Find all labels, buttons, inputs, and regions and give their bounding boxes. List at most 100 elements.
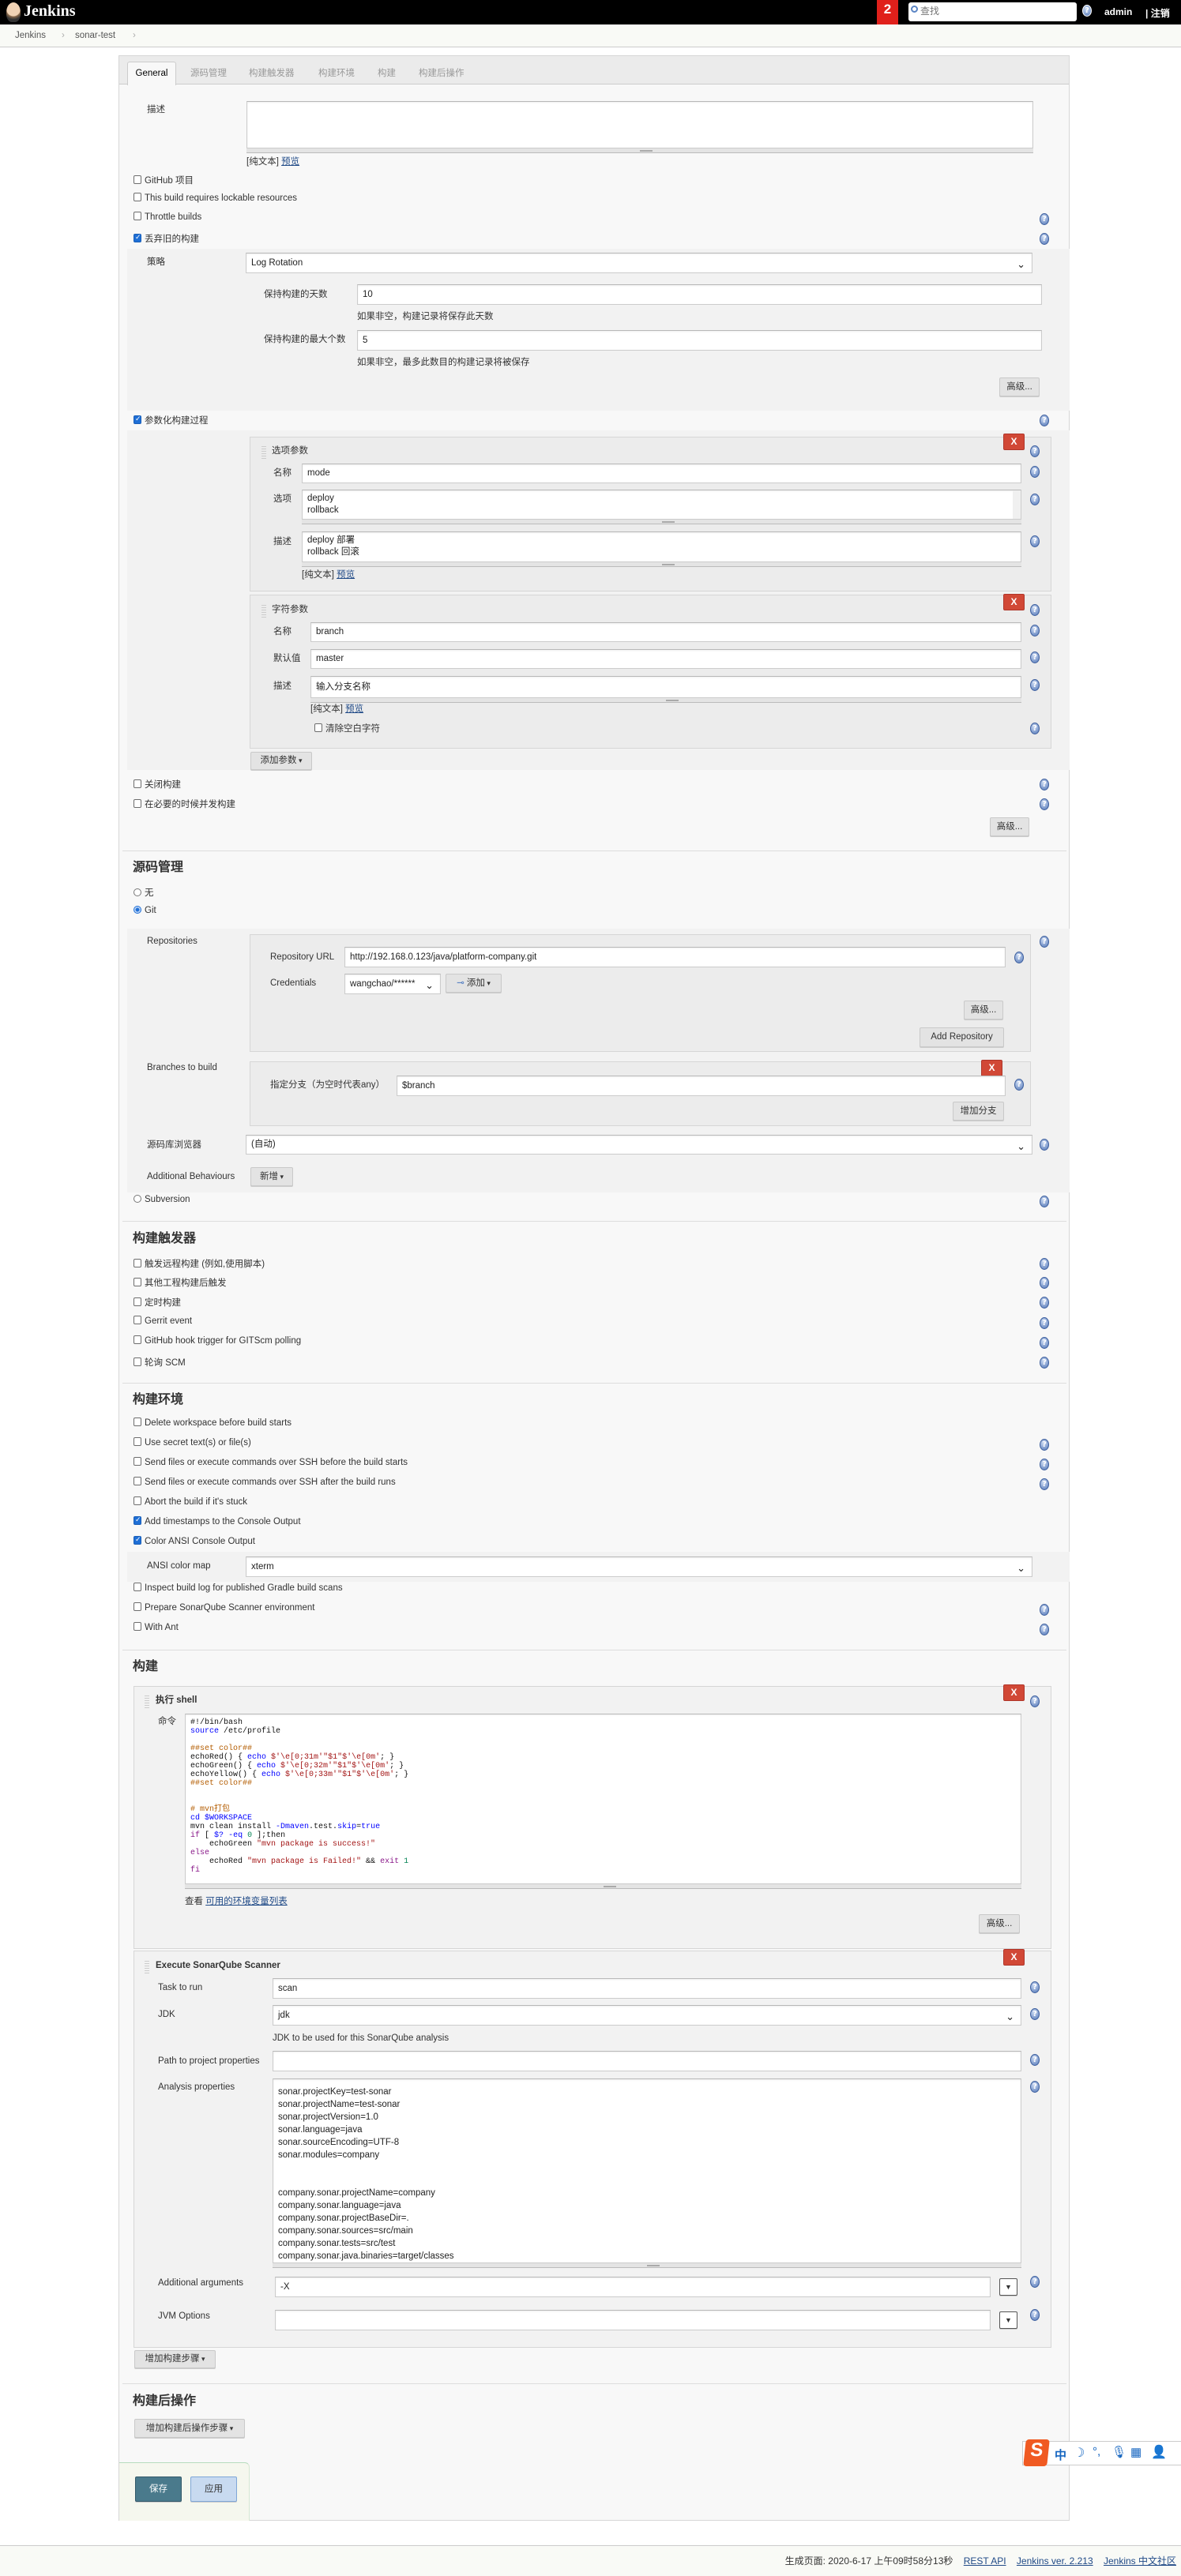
command-editor[interactable]: #!/bin/bash source /etc/profile ##set colo… [185,1714,1021,1884]
ime-mode-label[interactable]: 中 [1055,2446,1066,2463]
help-icon[interactable]: ? [1040,415,1049,426]
trigger-option[interactable]: Gerrit event [134,1316,192,1329]
env-option[interactable]: Delete workspace before build starts [134,1418,291,1431]
help-icon[interactable]: ? [1040,1459,1049,1470]
logout-link[interactable]: | 注销 [1145,6,1170,20]
option-lockable-resources[interactable]: This build requires lockable resources [134,193,297,206]
choice-desc-textarea[interactable]: deploy 部署 rollback 回滚 [302,531,1021,562]
apply-button[interactable]: 应用 [190,2476,237,2502]
tab-environment[interactable]: 构建环境 [318,67,355,80]
breadcrumb-chevron-icon[interactable]: › [62,29,65,42]
string-desc-textarea[interactable]: 输入分支名称 [310,676,1021,698]
help-icon[interactable]: ? [1040,1624,1049,1635]
drag-handle-icon[interactable] [261,445,266,459]
repo-browser-select[interactable]: (自动) [246,1135,1032,1155]
checkbox[interactable] [134,1316,141,1325]
help-icon[interactable]: ? [1040,1357,1049,1369]
help-icon[interactable]: ? [1014,952,1024,963]
checkbox[interactable] [134,1496,141,1506]
checkbox[interactable] [134,175,141,185]
help-icon[interactable]: ? [1082,5,1092,17]
scm-subversion-option[interactable]: Subversion [134,1194,190,1207]
help-icon[interactable]: ? [1030,1981,1040,1993]
repo-advanced-button[interactable]: 高级... [964,1001,1003,1020]
help-icon[interactable]: ? [1040,779,1049,790]
textarea-resize-handle[interactable] [310,698,1021,703]
delete-parameter-button[interactable]: X [1003,594,1025,610]
args-expand-button[interactable]: ▼ [999,2278,1017,2296]
env-vars-link[interactable]: 可用的环境变量列表 [205,1897,288,1906]
max-builds-input[interactable]: 5 [357,330,1042,351]
general-advanced-button[interactable]: 高级... [990,817,1029,836]
checkbox[interactable] [134,779,141,789]
path-input[interactable] [273,2051,1021,2071]
checkbox[interactable] [134,1622,141,1632]
breadcrumb-chevron-icon[interactable]: › [133,29,136,42]
args-input[interactable]: -X [275,2277,991,2297]
scm-none-option[interactable]: 无 [134,886,154,899]
add-build-step-button[interactable]: 增加构建步骤 [134,2350,216,2368]
help-icon[interactable]: ? [1030,679,1040,691]
analysis-properties-textarea[interactable]: sonar.projectKey=test-sonar sonar.projec… [273,2078,1021,2263]
help-icon[interactable]: ? [1040,936,1049,948]
strategy-select[interactable]: Log Rotation [246,253,1032,273]
help-icon[interactable]: ? [1030,2008,1040,2020]
option-disable-build[interactable]: 关闭构建 [134,778,181,790]
delete-branch-button[interactable]: X [981,1060,1002,1076]
checkbox-checked[interactable] [134,1535,141,1545]
help-icon[interactable]: ? [1030,652,1040,663]
notification-badge[interactable]: 2 [877,0,898,24]
option-trim[interactable]: 清除空白字符 [314,722,380,734]
add-post-build-step-button[interactable]: 增加构建后操作步骤 [134,2419,245,2438]
trigger-option[interactable]: GitHub hook trigger for GITScm polling [134,1335,301,1349]
ime-toolbar[interactable]: S 中 ☽ °, 🎙 ▦ 👤 [1022,2439,1181,2466]
branch-spec-input[interactable]: $branch [397,1076,1006,1096]
help-icon[interactable]: ? [1030,494,1040,505]
repo-url-input[interactable]: http://192.168.0.123/java/platform-compa… [344,947,1006,967]
checkbox[interactable] [134,1278,141,1287]
option-discard-old-builds[interactable]: 丢弃旧的构建 [134,232,199,245]
version-link[interactable]: Jenkins ver. 2.213 [1017,2555,1093,2567]
option-parameterized[interactable]: 参数化构建过程 [134,414,209,426]
help-icon[interactable]: ? [1040,798,1049,810]
save-button[interactable]: 保存 [135,2476,182,2502]
tab-triggers[interactable]: 构建触发器 [249,67,295,80]
help-icon[interactable]: ? [1030,723,1040,734]
checkbox-checked[interactable] [134,233,141,243]
checkbox[interactable] [134,1297,141,1307]
checkbox-checked[interactable] [134,1515,141,1526]
jvm-input[interactable] [275,2310,991,2330]
jvm-expand-button[interactable]: ▼ [999,2311,1017,2329]
env-option[interactable]: Send files or execute commands over SSH … [134,1477,396,1490]
env-option[interactable]: With Ant [134,1622,179,1635]
env-option[interactable]: Use secret text(s) or file(s) [134,1437,251,1451]
delete-step-button[interactable]: X [1003,1684,1025,1701]
checkbox[interactable] [134,212,141,221]
drag-handle-icon[interactable] [145,1959,149,1973]
checkbox[interactable] [134,193,141,202]
help-icon[interactable]: ? [1030,2309,1040,2321]
trigger-option[interactable]: 定时构建 [134,1296,181,1309]
help-icon[interactable]: ? [1040,1258,1049,1270]
keyboard-icon[interactable]: ▦ [1130,2445,1142,2459]
help-icon[interactable]: ? [1040,1277,1049,1289]
preview-link[interactable]: 预览 [337,570,355,580]
option-throttle-builds[interactable]: Throttle builds [134,212,201,225]
help-icon[interactable]: ? [1030,604,1040,616]
shell-advanced-button[interactable]: 高级... [979,1914,1020,1933]
tab-general[interactable]: General [127,62,176,85]
env-option[interactable]: Color ANSI Console Output [134,1535,255,1549]
description-textarea[interactable] [246,101,1033,148]
checkbox[interactable] [134,1602,141,1612]
ansi-select[interactable]: xterm [246,1556,1032,1577]
help-icon[interactable]: ? [1040,1196,1049,1207]
help-icon[interactable]: ? [1014,1079,1024,1091]
help-icon[interactable]: ? [1040,1337,1049,1349]
param-name-input[interactable]: mode [302,464,1021,483]
add-repository-button[interactable]: Add Repository [920,1027,1004,1047]
help-icon[interactable]: ? [1040,233,1049,245]
add-branch-button[interactable]: 增加分支 [953,1102,1004,1121]
radio[interactable] [134,1194,141,1203]
option-concurrent-build[interactable]: 在必要的时候并发构建 [134,798,235,810]
param-name-input[interactable]: branch [310,622,1021,642]
